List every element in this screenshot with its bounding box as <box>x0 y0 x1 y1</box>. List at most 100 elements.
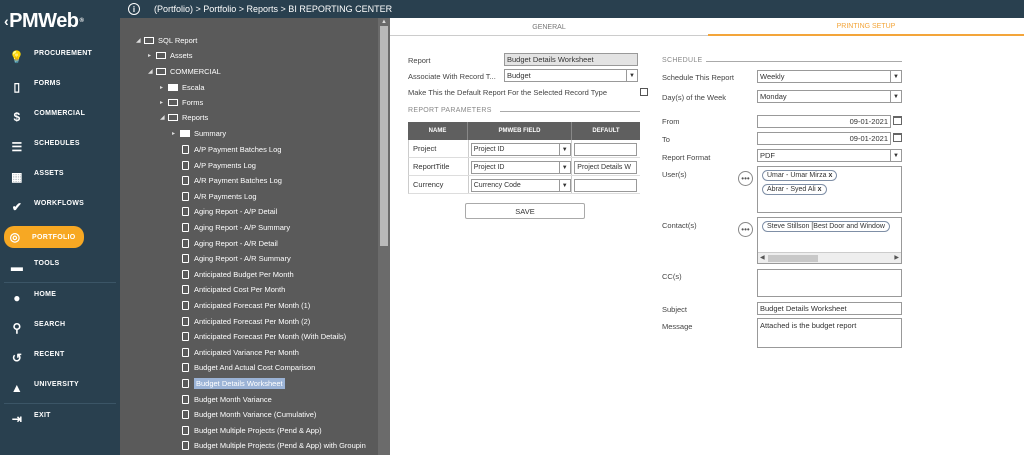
contacts-hscrollbar[interactable]: ◀ ▶ <box>758 252 901 263</box>
tree-report-item[interactable]: A/R Payments Log <box>182 189 257 204</box>
pmweb-field-select[interactable]: Currency Code ▼ <box>470 179 571 192</box>
subject-input[interactable]: Budget Details Worksheet <box>757 302 902 315</box>
tree-report-item[interactable]: Budget Month Variance (Cumulative) <box>182 407 316 422</box>
nav-item-forms[interactable]: ▯ FORMS <box>0 72 120 102</box>
nav-item-schedules[interactable]: ☰ SCHEDULES <box>0 132 120 162</box>
pmweb-field-select[interactable]: Project ID ▼ <box>470 161 571 174</box>
calendar-icon[interactable] <box>893 133 902 142</box>
tree-label: Reports <box>182 113 209 122</box>
tree-report-item[interactable]: Budget Details Worksheet <box>182 376 285 391</box>
pmweb-logo[interactable]: ‹ PMWeb ® <box>0 0 120 42</box>
collapse-arrow-icon[interactable]: ▸ <box>148 52 156 59</box>
chevron-down-icon[interactable]: ▼ <box>890 91 901 102</box>
contacts-more-button[interactable]: ••• <box>738 222 753 237</box>
tree-report-item[interactable]: A/R Payment Batches Log <box>182 173 282 188</box>
tree-report-item[interactable]: Anticipated Variance Per Month <box>182 345 299 360</box>
nav-item-university[interactable]: ▲ UNIVERSITY <box>0 373 120 403</box>
document-icon <box>182 223 189 232</box>
collapse-arrow-icon[interactable]: ▸ <box>160 99 168 106</box>
nav-item-assets[interactable]: ▦ ASSETS <box>0 162 120 192</box>
tree-node-summary[interactable]: ▸ Summary <box>172 126 226 141</box>
chevron-down-icon[interactable]: ▼ <box>890 150 901 161</box>
tree-report-item[interactable]: Anticipated Forecast Per Month (2) <box>182 314 310 329</box>
scroll-right-arrow-icon[interactable]: ▶ <box>894 254 899 261</box>
nav-item-workflows[interactable]: ✔ WORKFLOWS <box>0 192 120 222</box>
scrollbar-thumb[interactable] <box>380 26 388 246</box>
report-format-select[interactable]: PDF ▼ <box>757 149 902 162</box>
associate-select[interactable]: Budget ▼ <box>504 69 638 82</box>
save-button[interactable]: SAVE <box>465 203 585 219</box>
tree-report-item[interactable]: Budget Multiple Projects (Pend & App) wi… <box>182 438 366 453</box>
to-date-input[interactable]: 09-01-2021 <box>757 132 891 145</box>
tree-report-item[interactable]: Anticipated Budget Per Month <box>182 267 294 282</box>
chevron-down-icon[interactable]: ▼ <box>558 162 570 173</box>
tree-report-item[interactable]: A/P Payments Log <box>182 158 256 173</box>
tree-report-item[interactable]: Anticipated Forecast Per Month (1) <box>182 298 310 313</box>
tree-node-commercial[interactable]: ◢ COMMERCIAL <box>148 64 221 79</box>
collapse-arrow-icon[interactable]: ▸ <box>160 84 168 91</box>
tree-node-escala[interactable]: ▸ Escala <box>160 80 205 95</box>
nav-item-search[interactable]: ⚲ SEARCH <box>0 313 120 343</box>
scroll-up-arrow-icon[interactable]: ▲ <box>381 19 387 25</box>
nav-item-portfolio[interactable]: ◎ PORTFOLIO <box>0 222 120 252</box>
tree-report-item[interactable]: Budget Multiple Projects (Pend & App) <box>182 423 322 438</box>
chevron-down-icon[interactable]: ▼ <box>626 70 637 81</box>
subject-label: Subject <box>662 305 688 314</box>
tree-node-reports[interactable]: ◢ Reports <box>160 110 208 125</box>
schedule-select[interactable]: Weekly ▼ <box>757 70 902 83</box>
tree-report-item[interactable]: Aging Report - A/P Summary <box>182 220 290 235</box>
tree-report-item[interactable]: Anticipated Forecast Per Month (With Det… <box>182 329 346 344</box>
tree-report-item[interactable]: Budget Month Variance <box>182 392 272 407</box>
scroll-left-arrow-icon[interactable]: ◀ <box>760 254 765 261</box>
scrollbar-thumb[interactable] <box>768 255 818 262</box>
chevron-down-icon[interactable]: ▼ <box>558 144 570 155</box>
tree-node-sql-report[interactable]: ◢ SQL Report <box>136 33 197 48</box>
message-label: Message <box>662 322 693 331</box>
message-textarea[interactable]: Attached is the budget report <box>757 318 902 348</box>
contacts-box[interactable]: Steve Stillson [Best Door and Window ◀ ▶ <box>757 217 902 264</box>
users-more-button[interactable]: ••• <box>738 171 753 186</box>
expand-arrow-icon[interactable]: ◢ <box>148 68 156 75</box>
chip-close-icon[interactable]: x <box>818 186 822 193</box>
users-box[interactable]: Umar - Umar Mirza x Abrar - Syed Ali x <box>757 166 902 213</box>
chevron-down-icon[interactable]: ▼ <box>890 71 901 82</box>
tree-report-item[interactable]: A/P Payment Batches Log <box>182 142 281 157</box>
cc-box[interactable] <box>757 269 902 297</box>
nav-item-recent[interactable]: ↺ RECENT <box>0 343 120 373</box>
tree-report-item[interactable]: Aging Report - A/R Detail <box>182 236 278 251</box>
tab-printing-setup[interactable]: PRINTING SETUP <box>708 18 1024 36</box>
expand-arrow-icon[interactable]: ◢ <box>160 114 168 121</box>
nav-item-exit[interactable]: ⇥ EXIT <box>0 404 120 434</box>
default-input[interactable]: Project Details W <box>574 161 638 174</box>
schedule-label: Schedule This Report <box>662 73 734 82</box>
tree-report-item[interactable]: Budget And Actual Cost Comparison <box>182 360 315 375</box>
tree-report-item[interactable]: Aging Report - A/P Detail <box>182 204 277 219</box>
chevron-down-icon[interactable]: ▼ <box>558 180 570 191</box>
info-icon[interactable]: i <box>128 3 140 15</box>
parameter-row: Project Project ID ▼ <box>408 140 640 158</box>
tree-report-item[interactable]: Anticipated Cost Per Month <box>182 282 285 297</box>
tree-node-forms[interactable]: ▸ Forms <box>160 95 203 110</box>
nav-item-tools[interactable]: ▬ TOOLS <box>0 252 120 282</box>
tab-general[interactable]: GENERAL <box>390 18 708 36</box>
folder-icon <box>156 68 166 75</box>
chip-close-icon[interactable]: x <box>828 172 832 179</box>
default-input[interactable] <box>574 143 638 156</box>
document-icon <box>182 301 189 310</box>
nav-item-label: COMMERCIAL <box>34 110 86 117</box>
logo-text: PMWeb <box>9 9 79 32</box>
tree-scrollbar[interactable]: ▲ <box>378 18 390 455</box>
calendar-icon[interactable] <box>893 116 902 125</box>
nav-item-home[interactable]: ● HOME <box>0 283 120 313</box>
nav-item-commercial[interactable]: $ COMMERCIAL <box>0 102 120 132</box>
tree-report-item[interactable]: Aging Report - A/R Summary <box>182 251 291 266</box>
nav-item-procurement[interactable]: 💡 PROCUREMENT <box>0 42 120 72</box>
default-input[interactable] <box>574 179 638 192</box>
default-report-checkbox[interactable] <box>640 88 648 96</box>
day-of-week-select[interactable]: Monday ▼ <box>757 90 902 103</box>
pmweb-field-select[interactable]: Project ID ▼ <box>470 143 571 156</box>
tree-node-assets[interactable]: ▸ Assets <box>148 48 193 63</box>
expand-arrow-icon[interactable]: ◢ <box>136 37 144 44</box>
collapse-arrow-icon[interactable]: ▸ <box>172 130 180 137</box>
from-date-input[interactable]: 09-01-2021 <box>757 115 891 128</box>
